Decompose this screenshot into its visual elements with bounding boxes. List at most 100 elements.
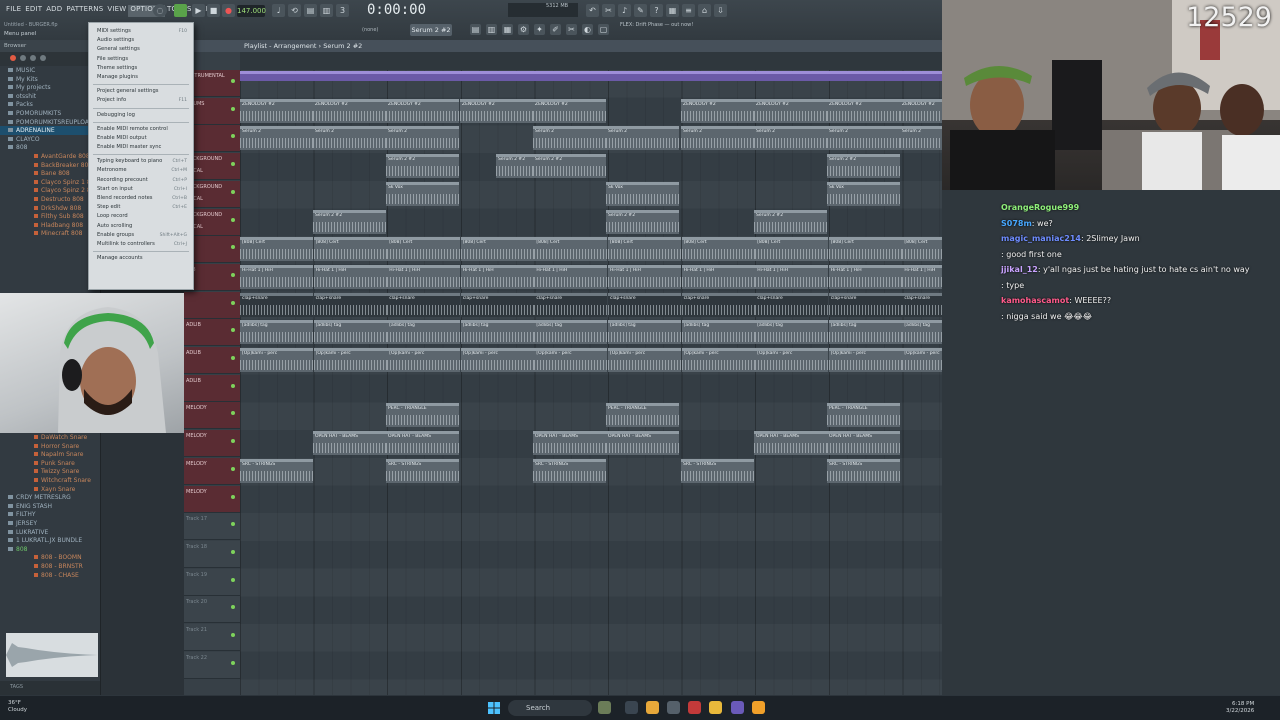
- pattern-clip[interactable]: OPEN HAT - BEAMS: [827, 431, 900, 456]
- browser-item[interactable]: LUKRATIVE: [0, 528, 100, 537]
- browser-forward-icon[interactable]: [20, 55, 26, 61]
- record-button[interactable]: ●: [222, 4, 235, 17]
- pattern-clip[interactable]: Serum 2 #2: [496, 154, 533, 179]
- track-active-led[interactable]: [231, 300, 235, 305]
- windows-start-icon[interactable]: [488, 702, 500, 714]
- loop-record-icon[interactable]: ⟲: [288, 4, 301, 17]
- pattern-clip[interactable]: Serum 2: [754, 126, 827, 151]
- browser-item[interactable]: DaWatch Snare: [0, 433, 100, 442]
- browser-item[interactable]: POMORUMKITS: [0, 109, 100, 118]
- options-menu-item[interactable]: General settings: [89, 45, 193, 54]
- track-active-led[interactable]: [231, 79, 235, 83]
- browser-item[interactable]: 808 - CHASE: [0, 571, 100, 580]
- pattern-clip[interactable]: [808] Cert: [681, 237, 755, 262]
- browser-tags-label[interactable]: TAGS: [10, 684, 23, 690]
- options-menu-item[interactable]: Start on input Ctrl+I: [89, 185, 193, 194]
- pattern-clip[interactable]: ZENOLOGY #2: [681, 98, 754, 123]
- pattern-clip[interactable]: Serum 2: [681, 126, 754, 151]
- stop-button[interactable]: ■: [207, 4, 220, 17]
- pattern-clip[interactable]: clap+snare: [240, 292, 313, 317]
- discord-icon[interactable]: [731, 701, 744, 714]
- menu-view[interactable]: VIEW: [105, 5, 128, 17]
- options-menu-item[interactable]: Enable groups Shift+Alt+G: [89, 231, 193, 240]
- options-menu-item[interactable]: MIDI settings F10: [89, 27, 193, 36]
- browser-back-icon[interactable]: [10, 55, 16, 61]
- track-header[interactable]: Track 18: [184, 540, 240, 568]
- playlist-time-ruler[interactable]: [240, 52, 942, 70]
- pattern-clip[interactable]: ZENOLOGY #2: [900, 98, 942, 123]
- browser-item[interactable]: 808: [0, 545, 100, 554]
- download-icon[interactable]: ⇩: [714, 4, 727, 17]
- pattern-clip[interactable]: [240, 71, 942, 81]
- pattern-clip[interactable]: Serum 2: [313, 126, 386, 151]
- pattern-clip[interactable]: ZENOLOGY #2: [754, 98, 827, 123]
- pattern-clip[interactable]: [808] Cert: [313, 237, 387, 262]
- pattern-clip[interactable]: [adlibs] tag: [460, 320, 534, 345]
- options-menu-item[interactable]: Recording precount Ctrl+P: [89, 176, 193, 185]
- pattern-clip[interactable]: [Op]kami - perc: [755, 348, 829, 372]
- plugin-icon[interactable]: ⚙: [518, 24, 529, 35]
- pattern-clip[interactable]: Serum 2: [240, 126, 313, 151]
- mixer-icon[interactable]: ≡: [682, 4, 695, 17]
- browser-item[interactable]: 1 LUKRATL.JX BUNDLE: [0, 536, 100, 545]
- pattern-clip[interactable]: Serum 2: [900, 126, 942, 151]
- track-active-led[interactable]: [231, 134, 235, 139]
- pattern-clip[interactable]: ZENOLOGY #2: [827, 98, 900, 123]
- browser-item[interactable]: My Kits: [0, 75, 100, 84]
- pattern-clip[interactable]: OPEN HAT - BEAMS: [386, 431, 459, 456]
- track-header[interactable]: Track 21: [184, 624, 240, 651]
- track-header[interactable]: ADLIB: [184, 374, 240, 402]
- options-menu-item[interactable]: Project general settings: [89, 87, 193, 96]
- pattern-clip[interactable]: [808] Cert: [608, 237, 681, 262]
- track-header[interactable]: Track 22: [184, 651, 240, 679]
- pattern-clip[interactable]: clap+snare: [313, 292, 387, 317]
- pattern-clip[interactable]: Serum 2 #2: [313, 209, 386, 234]
- pattern-clip[interactable]: OPEN HAT - BEAMS: [754, 431, 827, 456]
- pattern-clip[interactable]: Hi-Hat 1 | HiH: [534, 264, 608, 289]
- options-menu-item[interactable]: Manage plugins: [89, 73, 193, 82]
- pattern-clip[interactable]: OPEN HAT - BEAMS: [606, 431, 679, 456]
- pattern-clip[interactable]: Serum 2: [606, 126, 679, 151]
- pattern-clip[interactable]: Sk Vox: [606, 181, 679, 206]
- pattern-clip[interactable]: Hi-Hat 1 | HiH: [681, 264, 755, 289]
- undo-icon[interactable]: ↶: [586, 4, 599, 17]
- pattern-song-toggle[interactable]: [174, 4, 187, 17]
- pattern-clip[interactable]: PERC - TRIANGLE: [827, 403, 900, 428]
- browser-item[interactable]: My projects: [0, 83, 100, 92]
- options-menu-item[interactable]: Typing keyboard to piano Ctrl+T: [89, 157, 193, 166]
- chrome-icon[interactable]: [646, 701, 659, 714]
- pattern-clip[interactable]: SRC - STRINGS: [386, 458, 459, 483]
- track-header[interactable]: MELODY: [184, 485, 240, 513]
- pattern-clip[interactable]: Hi-Hat 1 | HiH: [387, 264, 461, 289]
- options-menu-item[interactable]: Auto scrolling: [89, 222, 193, 231]
- track-header[interactable]: ADLIB: [184, 347, 240, 374]
- pattern-clip[interactable]: PERC - TRIANGLE: [606, 403, 679, 428]
- mute-icon[interactable]: ◐: [582, 24, 593, 35]
- track-header[interactable]: Track 19: [184, 568, 240, 596]
- pattern-clip[interactable]: [Op]kami - perc: [828, 348, 902, 372]
- song-time-display[interactable]: 0:00:00: [367, 2, 426, 18]
- pattern-clip[interactable]: Serum 2 #2: [533, 154, 606, 179]
- track-header[interactable]: MELODY: [184, 430, 240, 458]
- pattern-clip[interactable]: Serum 2: [386, 126, 459, 151]
- options-menu-item[interactable]: Blend recorded notes Ctrl+B: [89, 194, 193, 203]
- track-header[interactable]: Track 20: [184, 596, 240, 624]
- pattern-clip[interactable]: [Op]kami - perc: [608, 348, 681, 372]
- pattern-clip[interactable]: PERC - TRIANGLE: [386, 403, 459, 428]
- record-mode-icon[interactable]: ◌: [153, 4, 167, 17]
- pattern-selector[interactable]: Serum 2 #2: [410, 24, 452, 36]
- pattern-clip[interactable]: ZENOLOGY #2: [533, 98, 606, 123]
- pattern-clip[interactable]: [adlibs] tag: [313, 320, 387, 345]
- play-button[interactable]: ▶: [192, 4, 205, 17]
- options-menu-item[interactable]: Step edit Ctrl+E: [89, 203, 193, 212]
- menu-file[interactable]: FILE: [4, 5, 23, 17]
- track-header[interactable]: ADLIB: [184, 319, 240, 347]
- browser-item[interactable]: Filthy Sub 808: [0, 212, 100, 221]
- track-active-led[interactable]: [231, 577, 235, 582]
- browser-item[interactable]: POMORUMKITSREUPLOAD: [0, 118, 100, 127]
- pattern-clip[interactable]: ZENOLOGY #2: [386, 98, 459, 123]
- menu-edit[interactable]: EDIT: [23, 5, 44, 17]
- track-active-led[interactable]: [231, 328, 235, 333]
- browser-item[interactable]: Horror Snare: [0, 442, 100, 451]
- browser-item[interactable]: Xayn Snare: [0, 485, 100, 494]
